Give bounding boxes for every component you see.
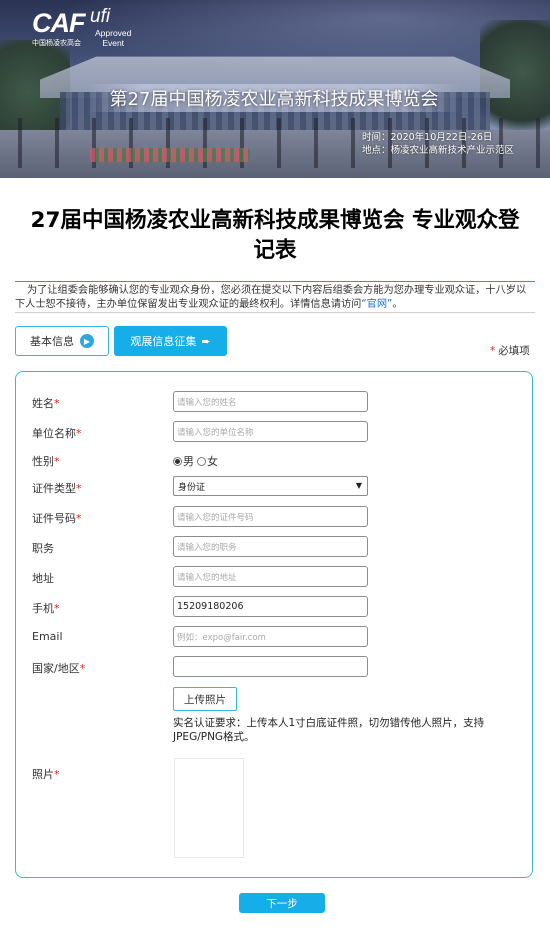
event-banner: CAF 中国杨凌农高会 ufi Approved Event 第27届中国杨凌农… [0,0,550,178]
ufi-approved-line2: Event [102,38,125,48]
id-number-placeholder: 请输入您的证件号码 [177,512,254,523]
email-label: Email [32,630,63,643]
required-note-label: 必填项 [498,345,530,357]
company-placeholder: 请输入您的单位名称 [177,427,254,438]
caf-logo: CAF [32,8,85,38]
gender-female-radio[interactable] [197,456,206,466]
ufi-approved-line1: Approved [95,28,132,38]
banner-flowers [90,148,250,162]
intro-bottom-divider [15,312,535,313]
phone-label: 手机* [32,602,60,615]
tab-visit-info[interactable]: 观展信息征集 ➨ [114,326,227,356]
id-type-select[interactable]: 身份证 ▼ [173,476,368,496]
photo-label: 照片* [32,768,60,781]
registration-page: CAF 中国杨凌农高会 ufi Approved Event 第27届中国杨凌农… [0,0,550,941]
company-label: 单位名称* [32,427,82,440]
official-site-link[interactable]: “官网” [361,299,392,310]
ufi-logo: ufi [90,6,111,27]
phone-value: 15209180206 [177,601,244,612]
name-placeholder: 请输入您的姓名 [177,397,237,408]
id-type-value: 身份证 [178,482,206,493]
address-label: 地址 [32,572,54,585]
banner-time: 时间：2020年10月22日-26日 [362,132,493,143]
chevron-down-icon: ▼ [355,481,362,490]
tab-basic-info-label: 基本信息 [30,335,74,348]
address-placeholder: 请输入您的地址 [177,572,237,583]
id-number-input[interactable]: 请输入您的证件号码 [173,506,368,527]
arrow-right-icon: ➨ [201,334,211,348]
next-step-button[interactable]: 下一步 [239,893,325,913]
id-type-label: 证件类型* [32,482,82,495]
country-input[interactable] [173,656,368,677]
address-input[interactable]: 请输入您的地址 [173,566,368,587]
intro-top-divider [15,281,535,282]
phone-input[interactable]: 15209180206 [173,596,368,617]
required-star: * [490,345,496,357]
position-placeholder: 请输入您的职务 [177,542,237,553]
upload-photo-button[interactable]: 上传照片 [173,687,237,711]
gender-male-radio[interactable] [173,456,182,466]
gender-label: 性别* [32,455,60,468]
intro-tail: 。 [392,299,403,310]
banner-title: 第27届中国杨凌农业高新科技成果博览会 [109,89,439,110]
country-label: 国家/地区* [32,662,86,675]
gender-female-label: 女 [207,455,218,468]
photo-preview [174,758,244,858]
tab-basic-info[interactable]: 基本信息 ▶ [15,326,109,356]
gender-male-label: 男 [183,455,194,468]
ufi-approved-text: Approved Event [95,28,131,48]
position-input[interactable]: 请输入您的职务 [173,536,368,557]
id-number-label: 证件号码* [32,512,82,525]
name-label: 姓名* [32,397,60,410]
required-note: * 必填项 [490,343,530,358]
name-input[interactable]: 请输入您的姓名 [173,391,368,412]
play-circle-icon: ▶ [80,334,94,348]
email-input[interactable]: 例如：expo@fair.com [173,626,368,647]
page-title: 27届中国杨凌农业高新科技成果博览会 专业观众登记表 [30,208,520,263]
upload-requirements: 实名认证要求：上传本人1寸白底证件照，切勿错传他人照片，支持JPEG/PNG格式… [173,717,485,743]
email-placeholder: 例如：expo@fair.com [177,632,266,643]
registration-form [15,371,533,878]
caf-logo-subtitle: 中国杨凌农高会 [32,39,81,47]
intro-body: 为了让组委会能够确认您的专业观众身份，您必须在提交以下内容后组委会方能为您办理专… [15,285,527,310]
company-input[interactable]: 请输入您的单位名称 [173,421,368,442]
gender-options: 男 女 [173,453,218,469]
tab-visit-info-label: 观展信息征集 [130,335,197,348]
intro-text: 为了让组委会能够确认您的专业观众身份，您必须在提交以下内容后组委会方能为您办理专… [15,284,535,312]
banner-location: 地点：杨凌农业高新技术产业示范区 [362,145,515,156]
position-label: 职务 [32,542,54,555]
